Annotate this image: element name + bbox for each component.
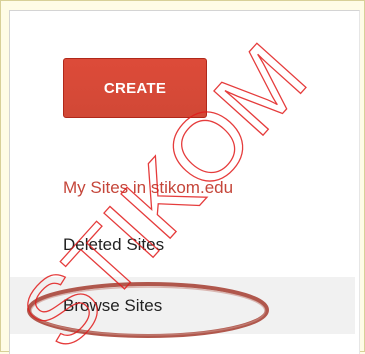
screenshot-frame: CREATE My Sites in stikom.edu Deleted Si… [0, 0, 365, 354]
sidebar-item-deleted-sites[interactable]: Deleted Sites [10, 233, 355, 257]
sidebar-item-my-sites[interactable]: My Sites in stikom.edu [10, 176, 355, 200]
create-button[interactable]: CREATE [63, 58, 207, 118]
sidebar-item-label: My Sites in stikom.edu [63, 178, 234, 197]
sites-sidebar: CREATE My Sites in stikom.edu Deleted Si… [9, 10, 360, 354]
sidebar-item-label: Browse Sites [63, 295, 163, 315]
sidebar-item-label: Deleted Sites [63, 235, 165, 254]
sidebar-item-browse-sites[interactable]: Browse Sites [10, 277, 355, 334]
